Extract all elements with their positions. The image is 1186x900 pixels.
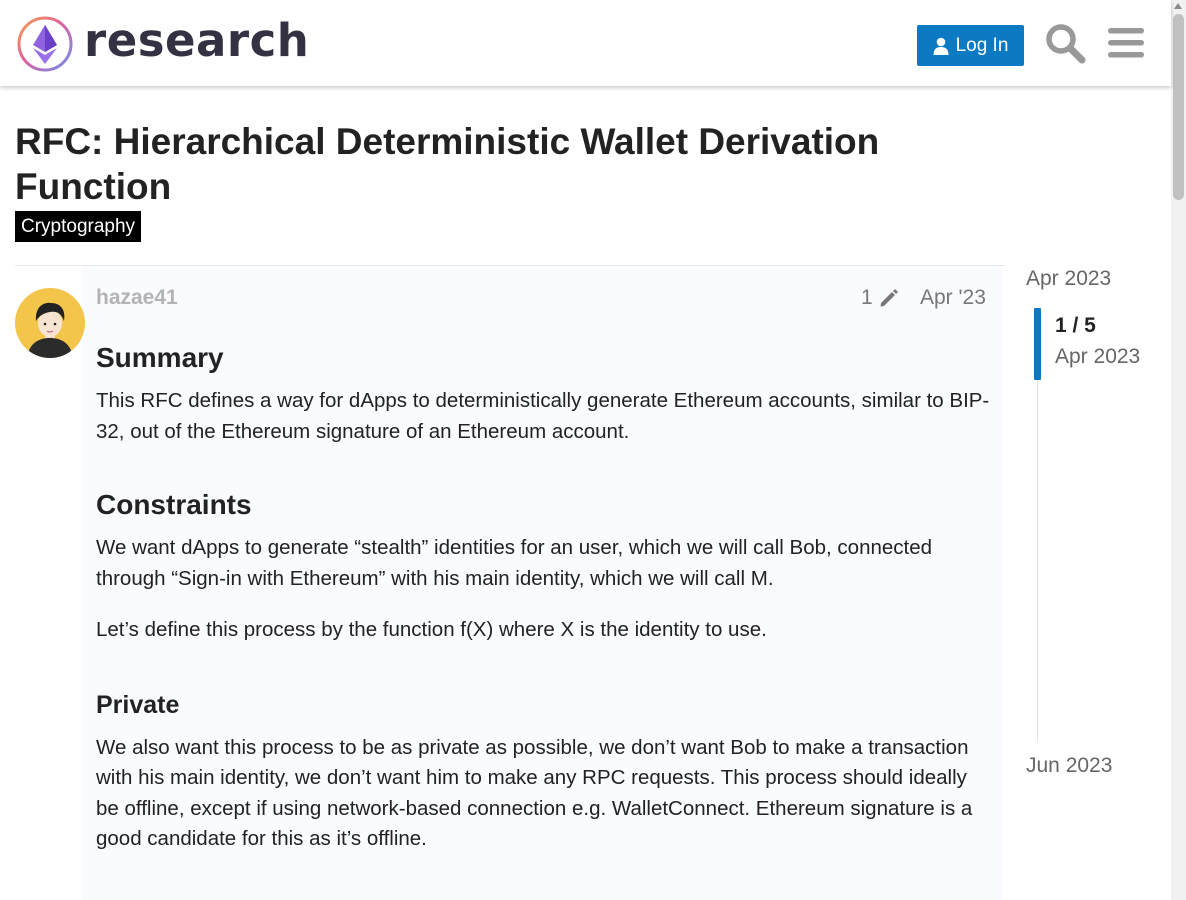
avatar[interactable]: [15, 288, 85, 358]
summary-heading: Summary: [96, 342, 224, 373]
site-header: research Log In: [0, 0, 1171, 86]
post-date[interactable]: Apr '23: [920, 286, 986, 310]
edit-history-button[interactable]: 1: [861, 286, 900, 310]
scroll-up-arrow-icon[interactable]: [1174, 3, 1182, 9]
constraints-heading: Constraints: [96, 489, 252, 520]
topic-title[interactable]: RFC: Hierarchical Deterministic Wallet D…: [15, 119, 975, 209]
login-button[interactable]: Log In: [917, 25, 1024, 66]
private-paragraph: We also want this process to be as priva…: [96, 735, 973, 851]
avatar-image: [15, 288, 85, 358]
timeline-end-date[interactable]: Jun 2023: [1026, 754, 1112, 778]
private-heading: Private: [96, 690, 180, 719]
user-icon: [933, 37, 949, 55]
summary-paragraph: This RFC defines a way for dApps to dete…: [96, 389, 990, 443]
category-badge[interactable]: Cryptography: [15, 211, 142, 242]
timeline-start-date[interactable]: Apr 2023: [1026, 267, 1111, 291]
post-author[interactable]: hazae41: [96, 286, 178, 310]
constraints-paragraph-2: Let’s define this process by the functio…: [96, 618, 767, 641]
site-logo-text[interactable]: research: [84, 12, 309, 70]
pencil-icon: [880, 289, 898, 307]
hamburger-menu-icon[interactable]: [1106, 22, 1148, 64]
timeline-current-date: Apr 2023: [1055, 345, 1141, 368]
search-icon[interactable]: [1044, 22, 1086, 64]
scrollbar-thumb[interactable]: [1173, 14, 1184, 200]
logo-icon[interactable]: [16, 15, 74, 73]
page-scrollbar[interactable]: [1171, 0, 1186, 900]
timeline-handle[interactable]: [1034, 308, 1041, 380]
timeline-progress: 1 / 5: [1055, 314, 1096, 337]
post-content: Summary This RFC defines a way for dApps…: [96, 340, 991, 855]
edit-count: 1: [861, 286, 873, 309]
constraints-paragraph: We want dApps to generate “stealth” iden…: [96, 536, 933, 590]
login-label: Log In: [955, 34, 1009, 56]
